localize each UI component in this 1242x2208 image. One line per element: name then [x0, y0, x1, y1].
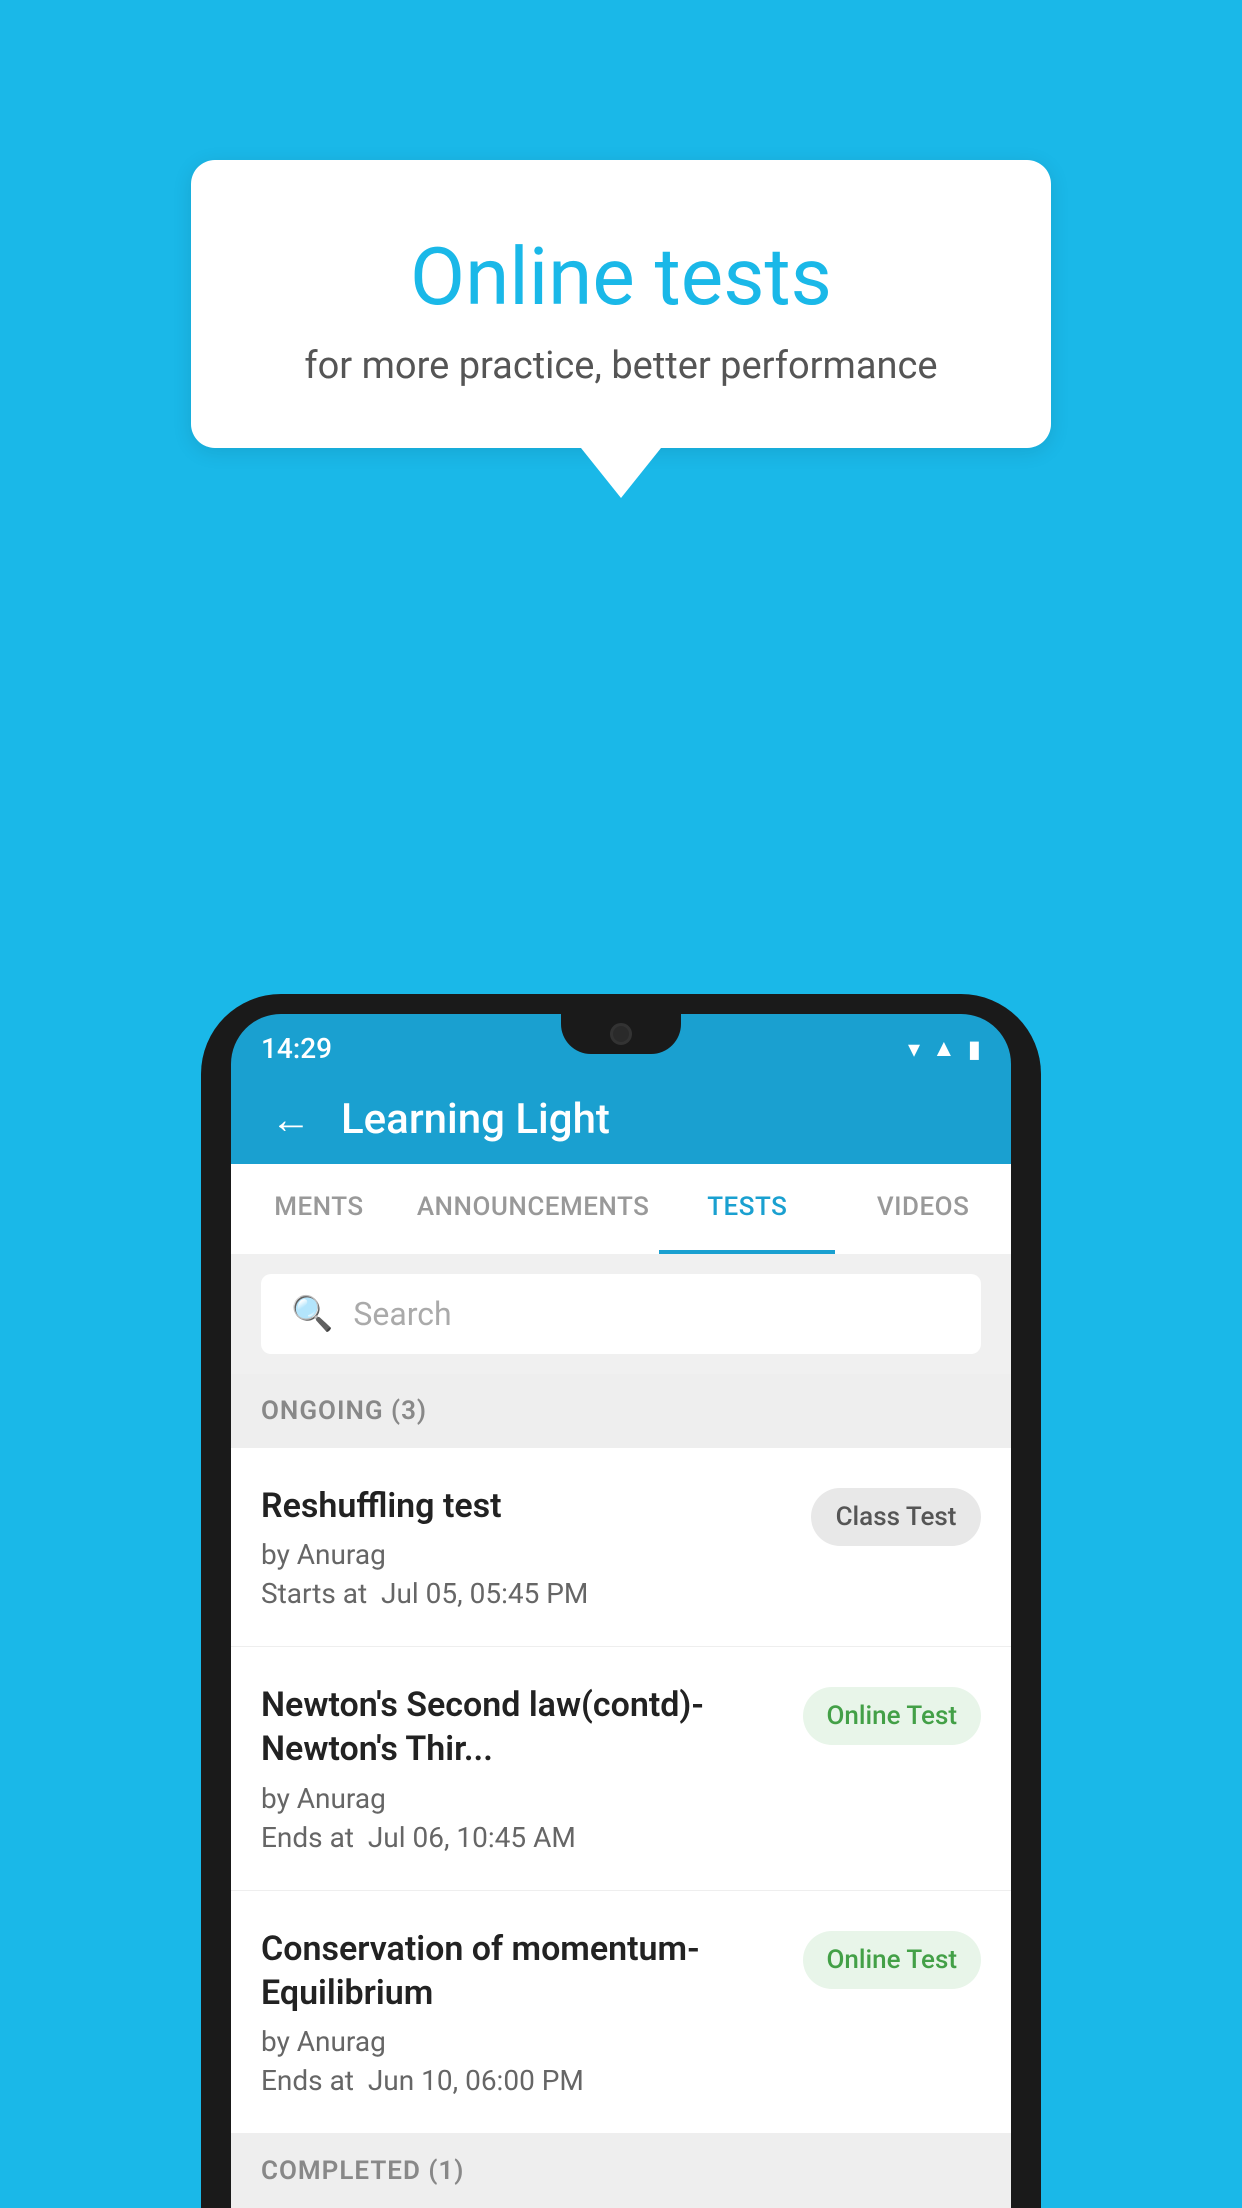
phone-notch [561, 1014, 681, 1054]
test-time-2: Ends at Jul 06, 10:45 AM [261, 1821, 783, 1854]
test-title-2: Newton's Second law(contd)-Newton's Thir… [261, 1683, 783, 1771]
test-badge-3: Online Test [803, 1931, 982, 1989]
test-title-1: Reshuffling test [261, 1484, 791, 1528]
search-icon: 🔍 [291, 1294, 333, 1334]
test-badge-1: Class Test [811, 1488, 981, 1546]
tab-ments[interactable]: MENTS [231, 1164, 407, 1254]
back-button[interactable]: ← [271, 1096, 311, 1143]
test-list: Reshuffling test by Anurag Starts at Jul… [231, 1448, 1011, 2134]
test-author-2: by Anurag [261, 1782, 783, 1815]
test-item-3[interactable]: Conservation of momentum-Equilibrium by … [231, 1891, 1011, 2134]
ongoing-section-header: ONGOING (3) [231, 1374, 1011, 1448]
speech-bubble-subtitle: for more practice, better performance [251, 344, 991, 388]
phone-mockup: 14:29 ▾ ▲ ▮ ← Learning Light MENTS ANNOU… [201, 994, 1041, 2208]
signal-icon: ▲ [932, 1034, 956, 1063]
test-badge-2: Online Test [803, 1687, 982, 1745]
tab-tests[interactable]: TESTS [659, 1164, 835, 1254]
test-item-2[interactable]: Newton's Second law(contd)-Newton's Thir… [231, 1647, 1011, 1890]
search-input[interactable]: Search [353, 1295, 451, 1333]
test-info-3: Conservation of momentum-Equilibrium by … [261, 1927, 783, 2097]
speech-bubble-title: Online tests [251, 230, 991, 324]
test-title-3: Conservation of momentum-Equilibrium [261, 1927, 783, 2015]
test-info-1: Reshuffling test by Anurag Starts at Jul… [261, 1484, 791, 1610]
status-icons: ▾ ▲ ▮ [908, 1034, 981, 1063]
status-time: 14:29 [261, 1032, 332, 1065]
tab-announcements[interactable]: ANNOUNCEMENTS [407, 1164, 660, 1254]
app-header: ← Learning Light [231, 1075, 1011, 1164]
search-container: 🔍 Search [231, 1254, 1011, 1374]
speech-bubble-container: Online tests for more practice, better p… [191, 160, 1051, 448]
test-author-3: by Anurag [261, 2025, 783, 2058]
completed-section-header: COMPLETED (1) [231, 2134, 1011, 2208]
wifi-icon: ▾ [908, 1035, 920, 1063]
app-title: Learning Light [341, 1095, 610, 1144]
search-box[interactable]: 🔍 Search [261, 1274, 981, 1354]
test-author-1: by Anurag [261, 1538, 791, 1571]
app-main: MENTS ANNOUNCEMENTS TESTS VIDEOS 🔍 Searc… [231, 1164, 1011, 2208]
tab-videos[interactable]: VIDEOS [835, 1164, 1011, 1254]
test-time-1: Starts at Jul 05, 05:45 PM [261, 1577, 791, 1610]
test-item-1[interactable]: Reshuffling test by Anurag Starts at Jul… [231, 1448, 1011, 1647]
speech-bubble: Online tests for more practice, better p… [191, 160, 1051, 448]
battery-icon: ▮ [968, 1035, 981, 1063]
test-time-3: Ends at Jun 10, 06:00 PM [261, 2064, 783, 2097]
phone-body: 14:29 ▾ ▲ ▮ ← Learning Light MENTS ANNOU… [201, 994, 1041, 2208]
tabs-container: MENTS ANNOUNCEMENTS TESTS VIDEOS [231, 1164, 1011, 1254]
test-info-2: Newton's Second law(contd)-Newton's Thir… [261, 1683, 783, 1853]
phone-camera [610, 1023, 632, 1045]
